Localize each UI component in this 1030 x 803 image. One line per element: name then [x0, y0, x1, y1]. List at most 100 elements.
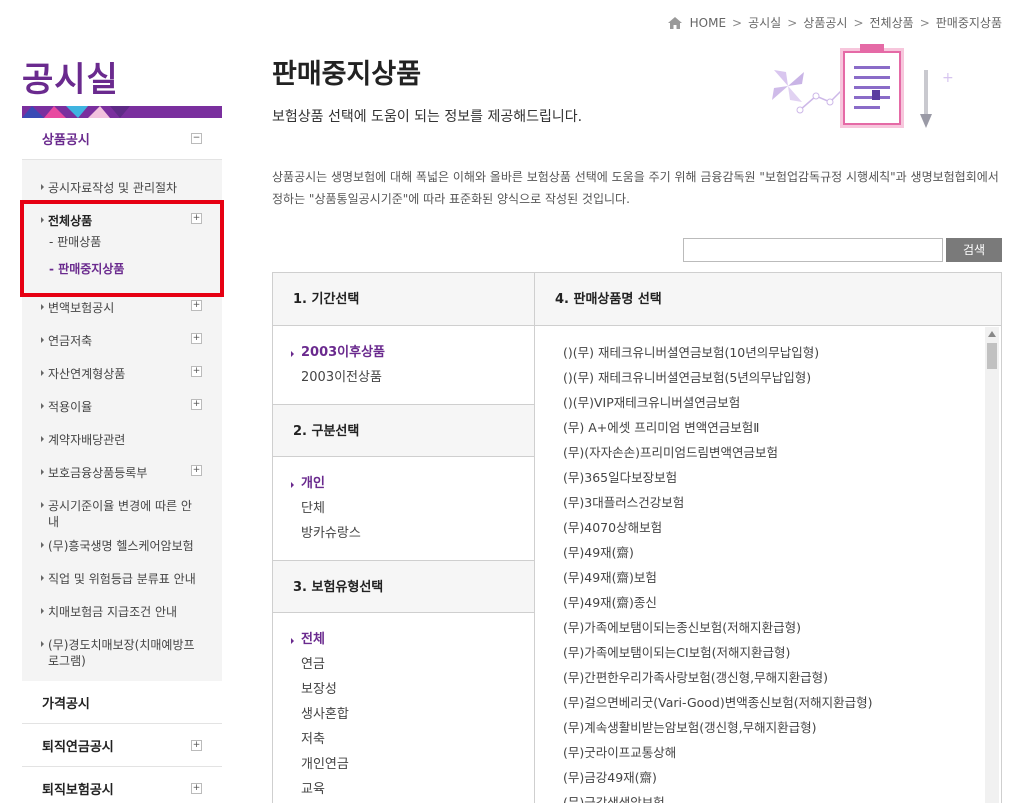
product-item[interactable]: (무)49재(齋)	[563, 542, 1001, 567]
category-option-group[interactable]: 단체	[301, 498, 534, 523]
breadcrumb-item[interactable]: 공시실	[748, 14, 781, 31]
product-list-scrollbar[interactable]	[985, 327, 999, 803]
expand-icon[interactable]: +	[191, 782, 202, 794]
filter-column: 1. 기간선택 2003이후상품 2003이전상품 2. 구분선택 개인 단체 …	[273, 273, 535, 803]
submenu-item[interactable]: 공시자료작성 및 관리절차	[22, 172, 222, 205]
submenu-item-all-products[interactable]: 전체상품 +	[22, 205, 222, 232]
insurance-type-section-header: 3. 보험유형선택	[273, 560, 534, 613]
product-section-header: 4. 판매상품명 선택	[535, 273, 1001, 326]
product-item[interactable]: (무)금강49재(齋)	[563, 767, 1001, 792]
period-section-header: 1. 기간선택	[273, 273, 534, 326]
sidebar-title: 공시실	[22, 60, 119, 100]
submenu-item[interactable]: 적용이율 +	[22, 391, 222, 424]
product-item[interactable]: (무)49재(齋)종신	[563, 592, 1001, 617]
document-illustration-icon: +	[772, 44, 954, 128]
type-option[interactable]: 개인연금	[301, 754, 534, 779]
submenu-item[interactable]: 공시기준이율 변경에 따른 안내	[22, 490, 222, 530]
sidebar-menu: 상품공시 − 공시자료작성 및 관리절차 전체상품 + - 판매상품 - 판매중지…	[22, 118, 222, 803]
category-options: 개인 단체 방카슈랑스	[273, 457, 534, 560]
submenu-item[interactable]: 자산연계형상품 +	[22, 358, 222, 391]
bullet-icon	[41, 217, 44, 223]
expand-icon[interactable]: +	[191, 465, 202, 476]
product-item[interactable]: ()(무) 재테크유니버셜연금보험(10년의무납입형)	[563, 342, 1001, 367]
type-option-all[interactable]: 전체	[291, 629, 534, 654]
submenu-item[interactable]: 보호금융상품등록부 +	[22, 457, 222, 490]
submenu-item[interactable]: 변액보험공시 +	[22, 292, 222, 325]
product-item[interactable]: (무)굿라이프교통상해	[563, 742, 1001, 767]
search-input[interactable]	[683, 238, 943, 262]
bullet-icon	[41, 436, 44, 442]
sidebar-item-product-disclosure[interactable]: 상품공시 −	[22, 118, 222, 160]
bullet-icon	[41, 403, 44, 409]
expand-icon[interactable]: +	[191, 399, 202, 410]
submenu-item[interactable]: 계약자배당관련	[22, 424, 222, 457]
bullet-icon	[41, 304, 44, 310]
product-item[interactable]: (무) A+에셋 프리미엄 변액연금보험Ⅱ	[563, 417, 1001, 442]
submenu-item[interactable]: 연금저축 +	[22, 325, 222, 358]
scroll-thumb[interactable]	[987, 343, 997, 369]
product-disclosure-description: 상품공시는 생명보험에 대해 폭넓은 이해와 올바른 보험상품 선택에 도움을 …	[272, 170, 999, 206]
product-item[interactable]: (무)3대플러스건강보험	[563, 492, 1001, 517]
category-option-individual[interactable]: 개인	[291, 473, 534, 498]
category-option-bancassurance[interactable]: 방카슈랑스	[301, 523, 534, 548]
search-button[interactable]: 검색	[946, 238, 1002, 262]
product-item[interactable]: (무)365일다보장보험	[563, 467, 1001, 492]
type-option[interactable]: 저축	[301, 729, 534, 754]
sidebar-item-retirement-insurance-disclosure[interactable]: 퇴직보험공시 +	[22, 767, 222, 803]
submenu-item[interactable]: 치매보험금 지급조건 안내	[22, 596, 222, 629]
page-title: 판매중지상품	[272, 59, 422, 90]
page-subtitle: 보험상품 선택에 도움이 되는 정보를 제공해드립니다.	[272, 109, 583, 125]
submenu-item[interactable]: 직업 및 위험등급 분류표 안내	[22, 563, 222, 596]
type-option[interactable]: 교육	[301, 779, 534, 803]
collapse-icon[interactable]: −	[191, 133, 202, 144]
expand-icon[interactable]: +	[191, 213, 202, 224]
type-option[interactable]: 생사혼합	[301, 704, 534, 729]
type-option[interactable]: 연금	[301, 654, 534, 679]
product-item[interactable]: (무)간편한우리가족사랑보험(갱신형,무해지환급형)	[563, 667, 1001, 692]
product-item[interactable]: ()(무)VIP재테크유니버셜연금보험	[563, 392, 1001, 417]
bullet-icon	[41, 542, 44, 548]
product-item[interactable]: (무)4070상해보험	[563, 517, 1001, 542]
bullet-icon	[41, 641, 44, 647]
period-option-after-2003[interactable]: 2003이후상품	[291, 342, 534, 367]
submenu-item[interactable]: (무)경도치매보장(치매예방프로그램)	[22, 629, 222, 675]
bullet-icon	[41, 469, 44, 475]
expand-icon[interactable]: +	[191, 739, 202, 751]
submenu-list: 공시자료작성 및 관리절차 전체상품 + - 판매상품 - 판매중지상품 변액보험…	[22, 160, 222, 681]
bullet-icon	[41, 502, 44, 508]
submenu-discontinued-products[interactable]: - 판매중지상품	[22, 259, 222, 286]
submenu-selling-products[interactable]: - 판매상품	[22, 232, 222, 259]
sidebar-item-price-disclosure[interactable]: 가격공시	[22, 681, 222, 724]
bullet-icon	[41, 370, 44, 376]
product-item[interactable]: (무)계속생활비받는암보험(갱신형,무해지환급형)	[563, 717, 1001, 742]
expand-icon[interactable]: +	[191, 300, 202, 311]
type-option[interactable]: 보장성	[301, 679, 534, 704]
bullet-icon	[41, 337, 44, 343]
product-item[interactable]: (무)49재(齋)보험	[563, 567, 1001, 592]
product-item[interactable]: (무)가족에보탬이되는CI보험(저해지환급형)	[563, 642, 1001, 667]
product-item[interactable]: ()(무) 재테크유니버셜연금보험(5년의무납입형)	[563, 367, 1001, 392]
sidebar-item-pension-disclosure[interactable]: 퇴직연금공시 +	[22, 724, 222, 767]
product-selector: 1. 기간선택 2003이후상품 2003이전상품 2. 구분선택 개인 단체 …	[272, 272, 1002, 803]
product-column: 4. 판매상품명 선택 ()(무) 재테크유니버셜연금보험(10년의무납입형)(…	[535, 273, 1001, 803]
expand-icon[interactable]: +	[191, 333, 202, 344]
expand-icon[interactable]: +	[191, 366, 202, 377]
period-options: 2003이후상품 2003이전상품	[273, 326, 534, 404]
scroll-up-icon[interactable]	[985, 327, 999, 341]
breadcrumb: HOME > 공시실 > 상품공시 > 전체상품 > 판매중지상품	[667, 14, 1002, 31]
home-icon[interactable]	[667, 16, 682, 29]
period-option-before-2003[interactable]: 2003이전상품	[301, 367, 534, 392]
product-item[interactable]: (무)걸으면베리굿(Vari-Good)변액종신보험(저해지환급형)	[563, 692, 1001, 717]
product-list: ()(무) 재테크유니버셜연금보험(10년의무납입형) ()(무) 재테크유니버셜…	[535, 326, 1001, 803]
bullet-icon	[41, 608, 44, 614]
product-item[interactable]: (무)금강생생암보험	[563, 792, 1001, 803]
svg-text:+: +	[942, 70, 954, 86]
bullet-icon	[41, 184, 44, 190]
submenu-item[interactable]: (무)흥국생명 헬스케어암보험	[22, 530, 222, 563]
breadcrumb-item[interactable]: 상품공시	[803, 14, 847, 31]
breadcrumb-current: 판매중지상품	[935, 16, 1002, 30]
breadcrumb-item[interactable]: 전체상품	[870, 14, 914, 31]
breadcrumb-home[interactable]: HOME	[690, 16, 726, 30]
product-item[interactable]: (무)가족에보탬이되는종신보험(저해지환급형)	[563, 617, 1001, 642]
product-item[interactable]: (무)(자자손손)프리미엄드림변액연금보험	[563, 442, 1001, 467]
